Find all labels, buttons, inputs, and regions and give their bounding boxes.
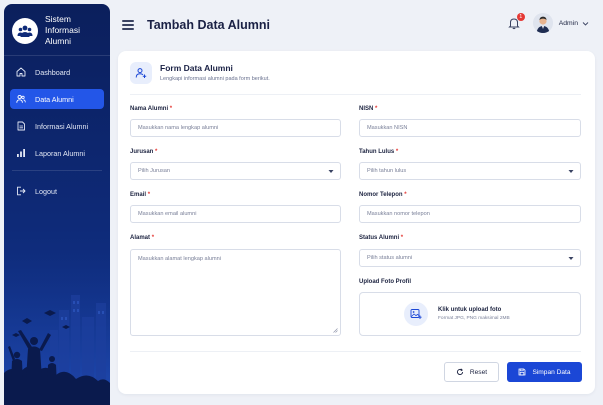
app-name-line1: Sistem Informasi — [45, 14, 80, 35]
reset-button[interactable]: Reset — [444, 362, 499, 382]
logout-icon — [17, 186, 26, 196]
top-header: Tambah Data Alumni 1 Admin — [110, 4, 603, 46]
notification-bell-icon[interactable]: 1 — [507, 13, 525, 30]
sidebar-item-label: Dashboard — [35, 67, 71, 77]
status-label: Status Alumni * — [359, 235, 404, 241]
save-icon — [519, 368, 526, 376]
header-actions: 1 Admin — [507, 13, 589, 33]
jurusan-label: Jurusan * — [130, 149, 158, 155]
email-field[interactable]: Masukkan email alumni — [130, 205, 341, 223]
document-icon — [17, 121, 25, 131]
sidebar-divider — [12, 170, 102, 171]
users-icon — [16, 94, 26, 103]
nama-label: Nama Alumni * — [130, 106, 173, 112]
brand: Sistem Informasi Alumni — [4, 4, 110, 56]
avatar[interactable] — [532, 13, 553, 33]
bar-chart-icon — [17, 149, 25, 157]
form-card: Form Data Alumni Lengkapi informasi alum… — [118, 51, 595, 394]
email-label: Email * — [130, 192, 151, 198]
resize-handle-icon[interactable] — [333, 328, 338, 333]
sidebar: Sistem Informasi Alumni Dashboard Data A… — [4, 4, 110, 405]
tahun-select[interactable]: Pilih tahun lulus — [359, 162, 581, 180]
nama-input[interactable]: Masukkan nama lengkap alumni — [130, 119, 341, 137]
app-name: Sistem Informasi Alumni — [45, 14, 104, 47]
home-icon — [16, 67, 26, 77]
upload-title: Klik untuk upload foto — [438, 307, 502, 313]
telepon-input[interactable]: Masukkan nomor telepon — [359, 205, 581, 223]
app-name-line2: Alumni — [45, 36, 71, 46]
sidebar-item-dashboard[interactable]: Dashboard — [10, 62, 104, 82]
chevron-down-icon — [568, 170, 574, 173]
page-title: Tambah Data Alumni — [147, 18, 270, 32]
alumni-logo-icon — [12, 17, 38, 44]
chevron-down-icon[interactable] — [582, 20, 589, 27]
tahun-label: Tahun Lulus * — [359, 149, 399, 155]
sidebar-item-logout[interactable]: Logout — [10, 181, 104, 201]
sidebar-item-data-alumni[interactable]: Data Alumni — [10, 89, 104, 109]
telepon-label: Nomor Telepon * — [359, 192, 407, 198]
sidebar-item-laporan-alumni[interactable]: Laporan Alumni — [10, 143, 104, 163]
add-user-icon — [130, 62, 152, 84]
graduation-skyline-illustration — [4, 255, 110, 405]
form-title: Form Data Alumni — [160, 63, 233, 73]
upload-label: Upload Foto Profil — [359, 279, 411, 285]
form-header: Form Data Alumni Lengkapi informasi alum… — [130, 62, 270, 84]
sidebar-item-label: Logout — [35, 186, 57, 196]
sidebar-nav: Dashboard Data Alumni Informasi Alumni L… — [4, 56, 110, 214]
alamat-textarea[interactable]: Masukkan alamat lengkap alumni — [130, 249, 341, 336]
image-upload-icon — [404, 302, 428, 326]
upload-dropzone[interactable]: Klik untuk upload foto Format JPG, PNG m… — [359, 292, 581, 336]
chevron-down-icon — [568, 257, 574, 260]
sidebar-item-label: Informasi Alumni — [35, 121, 89, 131]
sidebar-item-label: Laporan Alumni — [35, 148, 85, 158]
notification-badge: 1 — [516, 13, 525, 21]
upload-subtitle: Format JPG, PNG maksimal 2MB — [438, 316, 510, 321]
chevron-down-icon — [328, 170, 334, 173]
menu-toggle-icon[interactable] — [122, 20, 134, 30]
sidebar-item-label: Data Alumni — [35, 94, 74, 104]
alamat-label: Alamat * — [130, 235, 155, 241]
form-subtitle: Lengkapi informasi alumni pada form beri… — [160, 76, 270, 82]
form-divider — [130, 94, 581, 95]
refresh-icon — [456, 368, 463, 376]
sidebar-item-informasi-alumni[interactable]: Informasi Alumni — [10, 116, 104, 136]
actions-divider — [130, 351, 581, 352]
save-button[interactable]: Simpan Data — [507, 362, 582, 382]
jurusan-select[interactable]: Pilih Jurusan — [130, 162, 341, 180]
status-select[interactable]: Pilih status alumni — [359, 249, 581, 267]
user-name[interactable]: Admin — [559, 20, 578, 27]
nisn-input[interactable]: Masukkan NISN — [359, 119, 581, 137]
nisn-label: NISN * — [359, 106, 378, 112]
